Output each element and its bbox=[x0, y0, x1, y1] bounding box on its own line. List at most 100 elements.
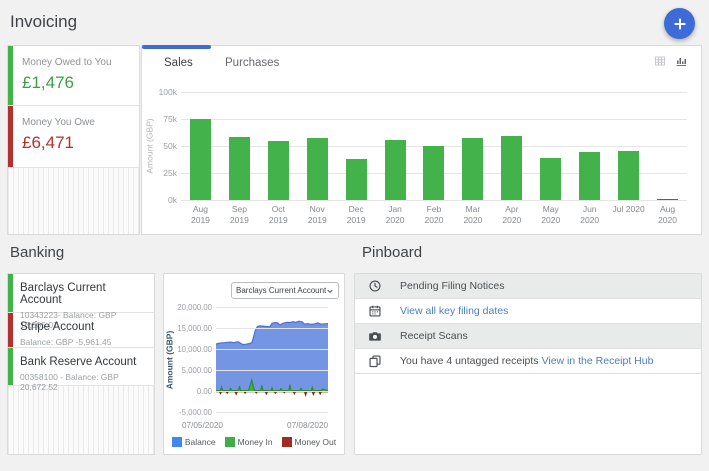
y-tick-label: 10,000.00 bbox=[167, 345, 212, 354]
banking-chart-panel: Barclays Current Account Amount (GBP) 20… bbox=[163, 273, 345, 455]
bank-account-item[interactable]: Barclays Current Account10343223- Balanc… bbox=[8, 274, 154, 313]
bar-slot bbox=[415, 92, 454, 200]
clock-icon bbox=[368, 279, 382, 293]
card-accent-bar bbox=[8, 46, 13, 105]
y-tick-label: 20,000.00 bbox=[167, 303, 212, 312]
card-value: £1,476 bbox=[22, 73, 131, 93]
sales-bar[interactable] bbox=[229, 137, 250, 200]
x-tick-label: Jan 2020 bbox=[376, 204, 415, 226]
pinboard-item-row[interactable]: You have 4 untagged receiptsView in the … bbox=[355, 349, 701, 374]
gridline bbox=[216, 328, 328, 329]
legend-label: Money In bbox=[238, 437, 273, 447]
y-tick-label: 75k bbox=[145, 114, 177, 124]
gridline bbox=[216, 391, 328, 392]
summary-card[interactable]: Money Owed to You £1,476 bbox=[8, 46, 139, 106]
banking-title: Banking bbox=[10, 244, 64, 261]
bar-slot bbox=[181, 92, 220, 200]
account-balance: 00358100 - Balance: GBP 20,672.52 bbox=[20, 372, 148, 392]
legend-item: Money Out bbox=[282, 437, 337, 447]
sales-bar-series bbox=[181, 92, 687, 200]
invoicing-chart-panel: Sales Purchases Amount (GBP) 100k75k50k2… bbox=[141, 45, 702, 235]
account-accent-bar bbox=[8, 274, 13, 312]
plus-icon bbox=[673, 17, 687, 31]
pinboard-row-text: View all key filing dates bbox=[400, 305, 508, 317]
bank-account-item[interactable]: Bank Reserve Account00358100 - Balance: … bbox=[8, 348, 154, 386]
x-tick-label: Apr 2020 bbox=[492, 204, 531, 226]
pinboard-link[interactable]: View in the Receipt Hub bbox=[542, 355, 654, 367]
pinboard-header-row: Pending Filing Notices bbox=[355, 274, 701, 299]
x-date-label: 07/08/2020 bbox=[287, 421, 328, 430]
y-tick-label: 25k bbox=[145, 168, 177, 178]
legend-swatch bbox=[282, 437, 292, 447]
bar-slot bbox=[259, 92, 298, 200]
legend-label: Balance bbox=[185, 437, 216, 447]
x-tick-label: Aug 2019 bbox=[181, 204, 220, 226]
sales-bar[interactable] bbox=[462, 138, 483, 200]
sales-bar[interactable] bbox=[385, 140, 406, 200]
legend-label: Money Out bbox=[295, 437, 337, 447]
account-selector[interactable]: Barclays Current Account bbox=[231, 282, 339, 299]
accounting-dashboard: Invoicing Money Owed to You£1,476Money Y… bbox=[0, 0, 709, 471]
legend-swatch bbox=[172, 437, 182, 447]
y-tick-label: 0k bbox=[145, 195, 177, 205]
pinboard-link[interactable]: View all key filing dates bbox=[400, 305, 508, 317]
account-name: Stripe Account bbox=[20, 321, 148, 333]
calendar-icon bbox=[368, 304, 382, 318]
account-name: Barclays Current Account bbox=[20, 282, 148, 306]
banking-empty-area bbox=[8, 386, 154, 454]
y-tick-label: 100k bbox=[145, 87, 177, 97]
pinboard-title: Pinboard bbox=[362, 244, 422, 261]
pinboard-item-row[interactable]: View all key filing dates bbox=[355, 299, 701, 324]
bar-slot bbox=[220, 92, 259, 200]
account-selector-value: Barclays Current Account bbox=[236, 286, 326, 295]
banking-y-axis-label: Amount (GBP) bbox=[162, 307, 177, 412]
card-label: Money Owed to You bbox=[22, 57, 131, 68]
sales-x-axis-labels: Aug 2019Sep 2019Oct 2019Nov 2019Dec 2019… bbox=[181, 204, 687, 226]
chart-view-icon[interactable] bbox=[675, 55, 687, 67]
x-tick-label: Feb 2020 bbox=[415, 204, 454, 226]
sales-bar[interactable] bbox=[501, 136, 522, 200]
bar-slot bbox=[531, 92, 570, 200]
bank-account-item[interactable]: Stripe Account Balance: GBP -5,961.45 bbox=[8, 313, 154, 348]
sales-bar[interactable] bbox=[268, 141, 289, 200]
banking-legend: Balance Money In Money Out bbox=[164, 437, 344, 447]
sales-bar[interactable] bbox=[307, 138, 328, 200]
card-value: £6,471 bbox=[22, 133, 131, 153]
sales-bar[interactable] bbox=[579, 152, 600, 200]
card-accent-bar bbox=[8, 106, 13, 167]
bar-slot bbox=[337, 92, 376, 200]
bar-slot bbox=[609, 92, 648, 200]
sales-bar[interactable] bbox=[190, 119, 211, 200]
sales-bar[interactable] bbox=[618, 151, 639, 200]
chevron-down-icon bbox=[326, 287, 334, 295]
balance-area-chart bbox=[216, 307, 328, 412]
sales-bar[interactable] bbox=[346, 159, 367, 200]
x-date-label: 07/05/2020 bbox=[182, 421, 223, 430]
sales-bar[interactable] bbox=[540, 158, 561, 200]
y-tick-label: 5,000.00 bbox=[167, 366, 212, 375]
x-tick-label: Jun 2020 bbox=[570, 204, 609, 226]
pinboard-panel: Pending Filing Notices View all key filin… bbox=[354, 273, 702, 455]
sales-bar[interactable] bbox=[423, 146, 444, 200]
x-tick-label: Aug 2020 bbox=[648, 204, 687, 226]
sales-bar[interactable] bbox=[657, 199, 678, 201]
tab-purchases[interactable]: Purchases bbox=[225, 57, 279, 69]
y-tick-label: 15,000.00 bbox=[167, 324, 212, 333]
pinboard-row-text: Receipt Scans bbox=[400, 330, 468, 342]
summary-card[interactable]: Money You Owe£6,471 bbox=[8, 106, 139, 168]
x-tick-label: May 2020 bbox=[531, 204, 570, 226]
camera-icon bbox=[368, 329, 382, 343]
add-button[interactable] bbox=[664, 8, 695, 39]
bar-slot bbox=[492, 92, 531, 200]
account-accent-bar bbox=[8, 348, 13, 385]
bar-slot bbox=[648, 92, 687, 200]
pinboard-header-row: Receipt Scans bbox=[355, 324, 701, 349]
table-view-icon[interactable] bbox=[654, 55, 666, 67]
tab-sales[interactable]: Sales bbox=[164, 57, 193, 69]
bar-slot bbox=[376, 92, 415, 200]
active-tab-indicator bbox=[142, 45, 211, 49]
account-balance: Balance: GBP -5,961.45 bbox=[20, 337, 148, 347]
x-tick-label: Nov 2019 bbox=[298, 204, 337, 226]
legend-item: Money In bbox=[225, 437, 273, 447]
bar-slot bbox=[453, 92, 492, 200]
